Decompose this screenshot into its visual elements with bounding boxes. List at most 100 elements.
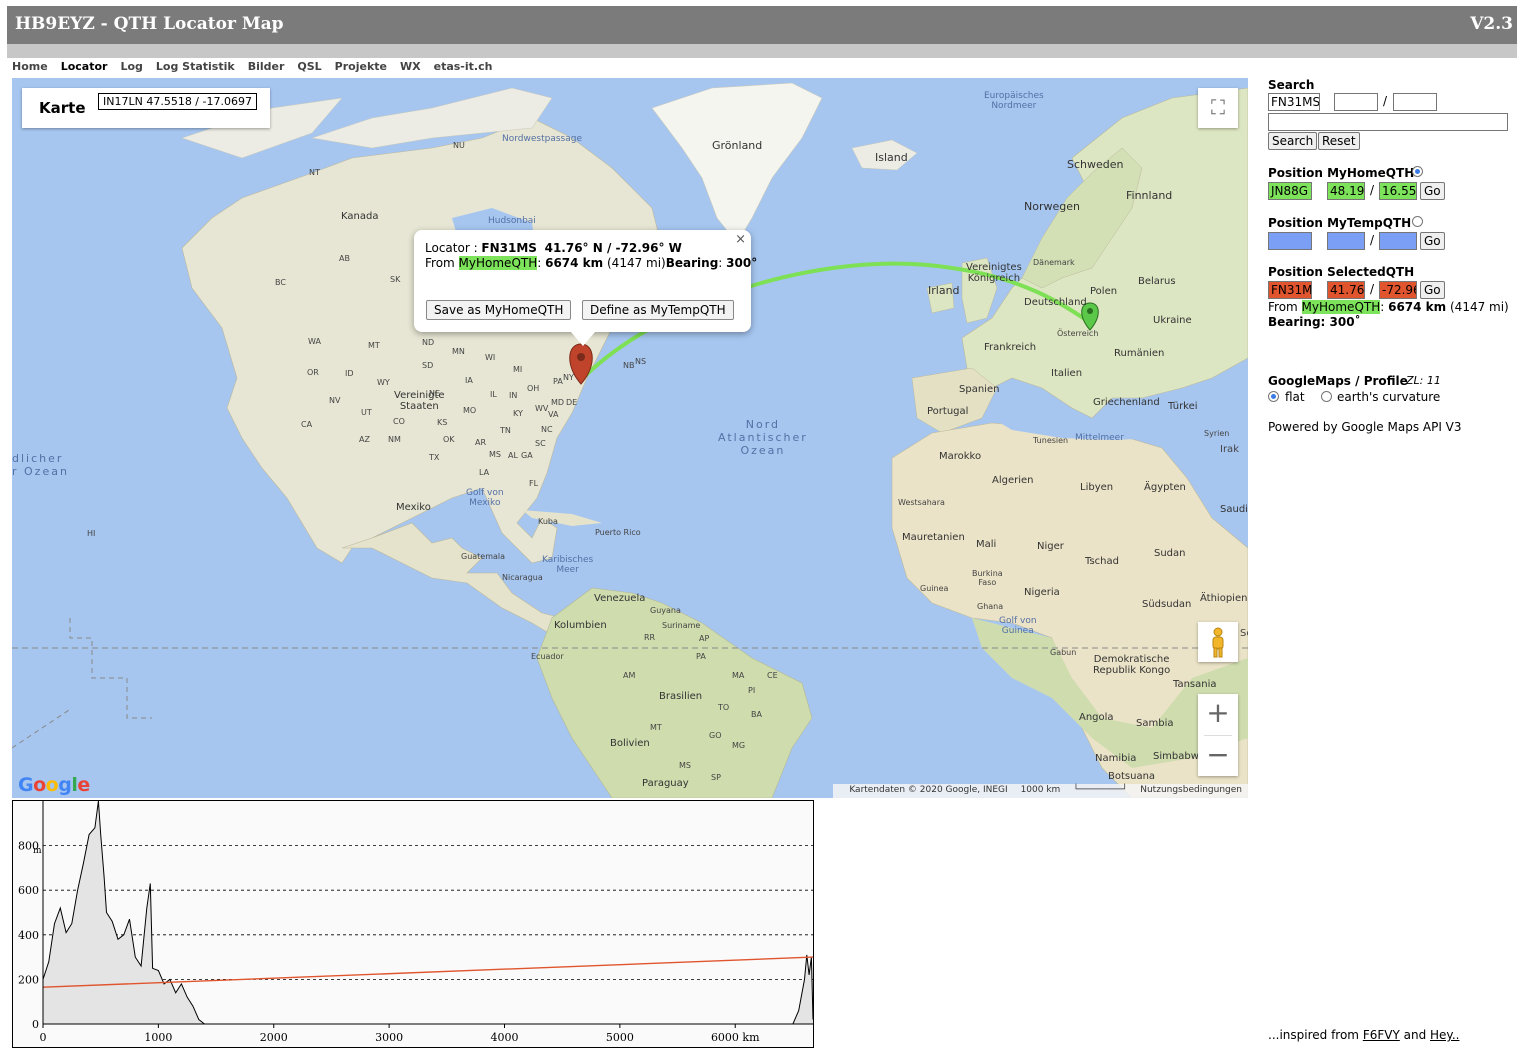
zoom-in-button[interactable]: +	[1198, 694, 1238, 735]
x-tick-labels: 0 1000 2000 3000 4000 5000 6000 km	[40, 1024, 760, 1044]
map-state: AB	[339, 254, 350, 263]
curvature-label[interactable]: earth's curvature	[1337, 390, 1440, 404]
y-tick-label: 600	[18, 884, 39, 897]
search-extra-input[interactable]	[1268, 113, 1508, 131]
y-unit-label: m	[33, 846, 42, 856]
map-label-italien: Italien	[1051, 368, 1083, 379]
selected-separator: /	[1370, 282, 1375, 296]
sel-bearing: Bearing: 300˚	[1268, 315, 1361, 329]
map-label-mexiko: Mexiko	[396, 502, 431, 513]
google-map[interactable]: Europäisches Nordmeer Grönland Island Sc…	[12, 78, 1248, 798]
map-state: UT	[361, 408, 372, 417]
terms-link[interactable]: Nutzungsbedingungen	[1140, 785, 1242, 795]
popup-bearing-label: Bearing	[665, 256, 719, 270]
karte-label[interactable]: Karte	[39, 99, 86, 117]
selected-lat-field[interactable]: 41.76	[1327, 281, 1365, 299]
nav-projekte[interactable]: Projekte	[335, 60, 387, 73]
map-label-botsuana: Botsuana	[1108, 771, 1156, 782]
minus-icon: −	[1206, 738, 1230, 771]
popup-distance: 6674 km	[545, 256, 604, 270]
map-state: ID	[345, 369, 354, 378]
nav-home[interactable]: Home	[12, 60, 48, 73]
nav-qsl[interactable]: QSL	[297, 60, 321, 73]
sel-miles: (4147 mi)	[1450, 300, 1509, 314]
temp-locator-field[interactable]	[1268, 232, 1312, 250]
map-label-brasilien: Brasilien	[659, 691, 703, 702]
search-lon-input[interactable]	[1393, 93, 1437, 111]
temp-separator: /	[1370, 233, 1375, 247]
map-label-finnland: Finnland	[1126, 189, 1173, 202]
map-state: SK	[390, 275, 401, 284]
profile-grid	[43, 845, 813, 980]
nav-etas-it[interactable]: etas-it.ch	[434, 60, 493, 73]
flat-label[interactable]: flat	[1285, 390, 1305, 404]
map-label-portugal: Portugal	[927, 406, 969, 417]
map-label-angola: Angola	[1079, 712, 1114, 723]
map-label-sambia: Sambia	[1136, 718, 1174, 729]
map-label-rumanien: Rumänien	[1114, 348, 1165, 359]
map-state: CO	[393, 417, 405, 426]
zoom-control: + −	[1198, 694, 1238, 776]
map-state: AP	[699, 634, 710, 643]
map-state: TO	[718, 703, 730, 712]
temp-lon-field[interactable]	[1379, 232, 1417, 250]
selected-go-button[interactable]: Go	[1420, 281, 1445, 299]
map-label-guinea: Guinea	[920, 584, 949, 593]
zoom-out-button[interactable]: −	[1198, 736, 1238, 777]
f6fvy-link[interactable]: F6FVY	[1363, 1028, 1400, 1042]
home-qth-label: Position MyHomeQTH	[1268, 166, 1415, 180]
home-qth-radio[interactable]	[1412, 166, 1423, 177]
nav-wx[interactable]: WX	[400, 60, 421, 73]
curvature-radio[interactable]	[1321, 391, 1332, 402]
y-tick-label: 0	[32, 1018, 39, 1031]
home-go-button[interactable]: Go	[1420, 182, 1445, 200]
selected-lon-field[interactable]: -72.96	[1379, 281, 1417, 299]
selected-locator-field[interactable]: FN31M	[1268, 281, 1312, 299]
google-logo[interactable]: Google	[18, 774, 90, 796]
map-label-athiopien: Äthiopien	[1200, 593, 1248, 604]
temp-lat-field[interactable]	[1327, 232, 1365, 250]
selected-qth-label: Position SelectedQTH	[1268, 265, 1415, 279]
version-label: V2.3	[1470, 14, 1513, 34]
map-label-sudsudan: Südsudan	[1142, 599, 1192, 610]
search-input[interactable]: FN31MS	[1268, 93, 1320, 111]
map-state: MI	[513, 365, 523, 374]
reset-button[interactable]: Reset	[1318, 132, 1360, 150]
map-label-ghana: Ghana	[977, 602, 1004, 611]
define-as-temp-button[interactable]: Define as MyTempQTH	[582, 300, 734, 320]
main-nav: Home Locator Log Log Statistik Bilder QS…	[12, 60, 505, 73]
map-state: CA	[301, 420, 313, 429]
temp-qth-radio[interactable]	[1412, 216, 1423, 227]
x-tick-label: 1000	[144, 1031, 172, 1044]
zoom-level: ZL: 11	[1406, 374, 1441, 387]
street-view-pegman[interactable]	[1198, 622, 1238, 662]
map-label-hi: HI	[87, 529, 96, 538]
map-label-tschad: Tschad	[1085, 556, 1119, 567]
fullscreen-button[interactable]: ⛶	[1198, 88, 1238, 128]
home-locator-field[interactable]: JN88G	[1268, 182, 1312, 200]
map-state: WY	[377, 378, 390, 387]
save-as-home-button[interactable]: Save as MyHomeQTH	[426, 300, 572, 320]
temp-go-button[interactable]: Go	[1420, 232, 1445, 250]
home-lon-field[interactable]: 16.55	[1379, 182, 1417, 200]
home-lat-field[interactable]: 48.19	[1327, 182, 1365, 200]
nav-log[interactable]: Log	[120, 60, 142, 73]
scale-bar[interactable]: 1000 km	[1021, 785, 1061, 795]
x-tick-label: 3000	[375, 1031, 403, 1044]
flat-radio[interactable]	[1268, 391, 1279, 402]
elevation-area	[43, 801, 813, 1024]
hey-link[interactable]: Hey..	[1430, 1028, 1459, 1042]
nav-log-statistik[interactable]: Log Statistik	[156, 60, 235, 73]
map-type-control[interactable]: Karte IN17LN 47.5518 / -17.0697	[22, 88, 270, 128]
map-label-nt: NT	[309, 168, 320, 177]
temp-qth-label: Position MyTempQTH	[1268, 216, 1412, 230]
nav-bilder[interactable]: Bilder	[248, 60, 285, 73]
map-label-nordmeer: Europäisches Nordmeer	[984, 91, 1044, 111]
scale-line-icon: └────────┘	[1073, 785, 1128, 795]
close-icon[interactable]: ×	[735, 232, 746, 247]
search-button[interactable]: Search	[1268, 132, 1318, 150]
map-label-venezuela: Venezuela	[594, 593, 646, 604]
map-state: WA	[308, 337, 321, 346]
search-lat-input[interactable]	[1334, 93, 1378, 111]
nav-locator[interactable]: Locator	[61, 60, 108, 73]
